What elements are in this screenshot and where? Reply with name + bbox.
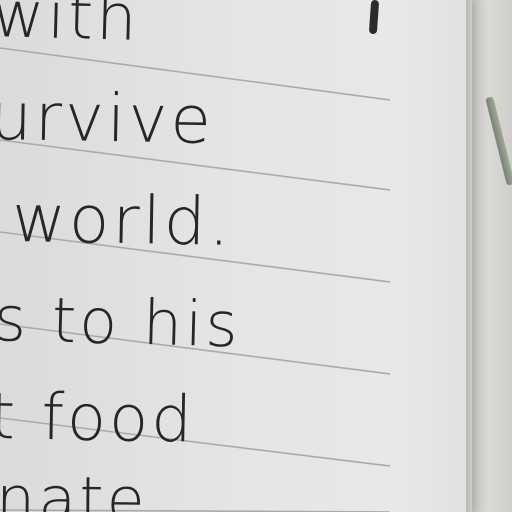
- handwritten-line-2: urvive: [0, 78, 215, 159]
- handwritten-line-6: nate: [0, 462, 149, 512]
- photo-scene: with urvive world. s to his t food nate: [0, 0, 512, 512]
- handwritten-line-3: world.: [11, 180, 234, 261]
- next-notebook-sheet: [472, 0, 512, 512]
- handwritten-line-5: t food: [0, 380, 196, 458]
- handwritten-line-1: with: [0, 0, 141, 56]
- page-edge: [466, 0, 472, 512]
- handwritten-line-4: s to his: [0, 282, 242, 362]
- notebook-page: with urvive world. s to his t food nate: [0, 0, 470, 512]
